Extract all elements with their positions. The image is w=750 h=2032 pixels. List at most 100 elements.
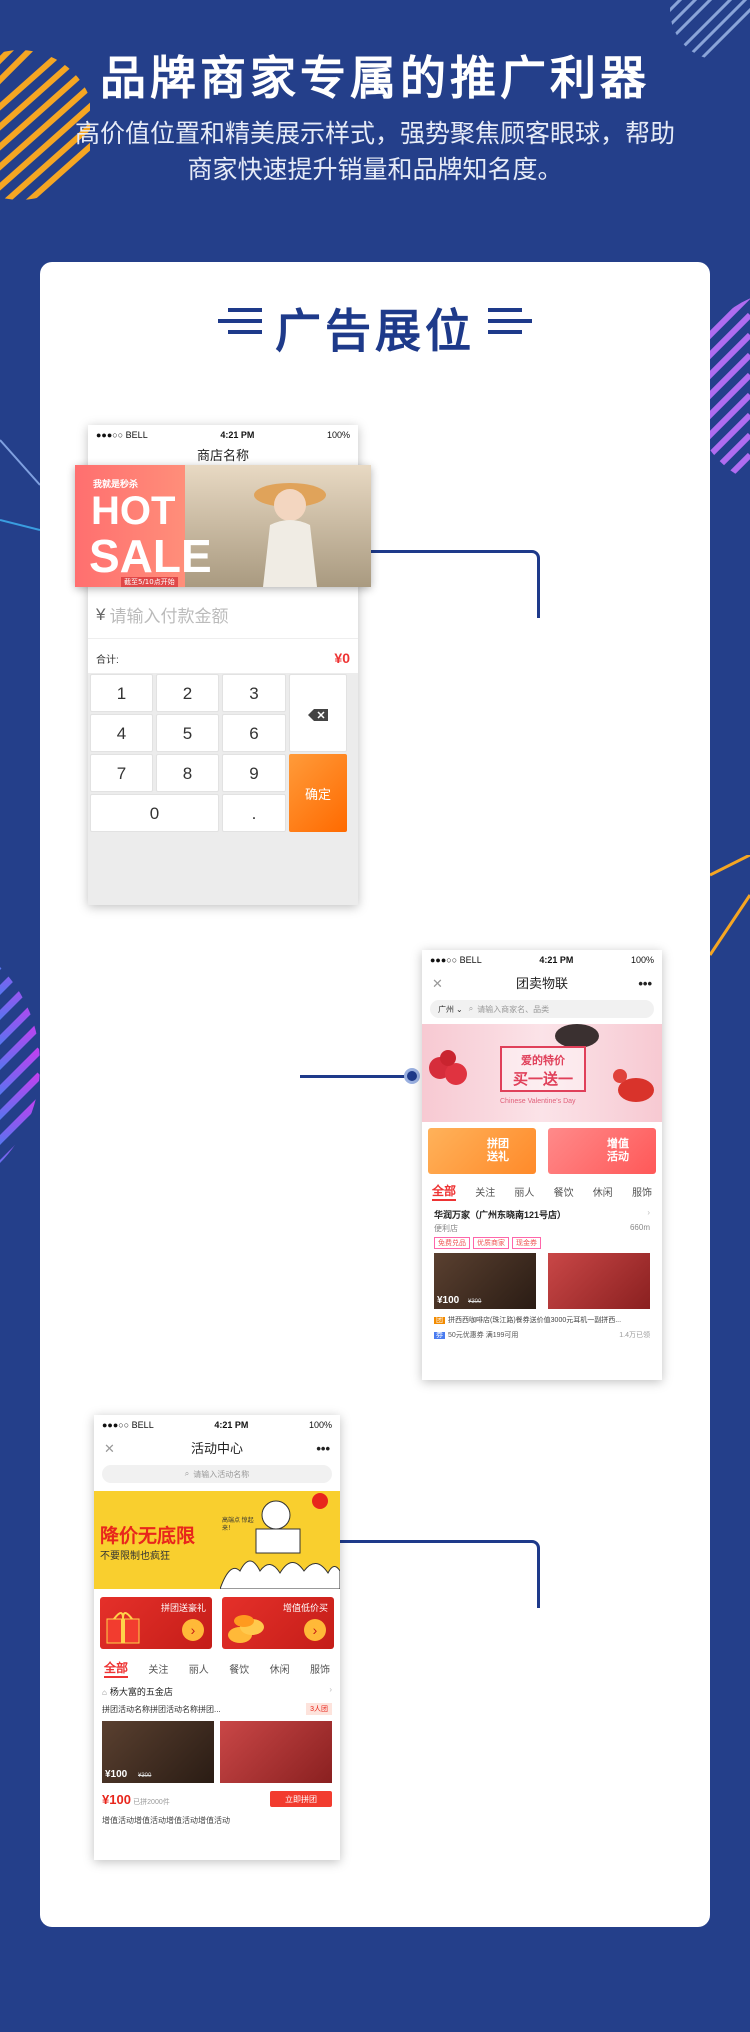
search-bar[interactable]: ⌕ 请输入活动名称 <box>102 1465 332 1483</box>
tab-beauty[interactable]: 丽人 <box>189 1661 209 1676</box>
store-icon: ⌂ <box>102 1688 107 1697</box>
deal-text: 拼西西咖啡店(珠江路)餐券送价值3000元耳机一副拼西... <box>448 1317 622 1324</box>
key-dot[interactable]: . <box>222 794 286 832</box>
promo-group-gift[interactable]: 拼团送礼 <box>428 1128 536 1174</box>
promo-value-added[interactable]: 增值活动 <box>548 1128 656 1174</box>
battery-label: 100% <box>308 1420 332 1430</box>
more-deals-text: 增值活动增值活动增值活动增值活动 <box>102 1816 230 1825</box>
tab-food[interactable]: 餐饮 <box>229 1661 249 1676</box>
city-select[interactable]: 广州 <box>438 1004 454 1015</box>
tab-food[interactable]: 餐饮 <box>554 1184 574 1199</box>
keypad: 1 2 3 4 5 6 7 8 9 确定 0 . <box>88 673 358 905</box>
total-value: ¥0 <box>334 650 350 666</box>
key-4[interactable]: 4 <box>90 714 153 752</box>
store-card[interactable]: ⌂ 杨大富的五金店 › 拼团活动名称拼团活动名称拼团... 3人团 ¥100 ¥3… <box>94 1677 340 1826</box>
connector-dot <box>404 1068 420 1084</box>
close-icon[interactable]: ✕ <box>432 970 443 998</box>
status-bar: ●●●○○ BELL 4:21 PM 100% <box>94 1415 340 1435</box>
decor-lines-left <box>0 439 40 531</box>
banner-line1: 降价无底限 <box>100 1526 196 1547</box>
nav-title: 活动中心 <box>190 1441 243 1456</box>
tab-beauty[interactable]: 丽人 <box>514 1184 534 1199</box>
key-6[interactable]: 6 <box>222 714 286 752</box>
tab-leisure[interactable]: 休闲 <box>593 1184 613 1199</box>
total-label: 合计: <box>96 654 119 666</box>
key-9[interactable]: 9 <box>222 754 286 792</box>
chevron-down-icon: ⌄ <box>456 1004 463 1014</box>
hot-sale-banner[interactable]: 我就是秒杀 HOT SALE 截至5/10点开始 <box>75 465 371 587</box>
deal-orig-price: ¥300 <box>468 1299 482 1305</box>
amount-input[interactable]: 请输入付款金额 <box>109 602 228 627</box>
carrier-label: ●●●○○ BELL <box>430 955 482 965</box>
arrow-right-icon: › <box>182 1619 204 1641</box>
coins-icon <box>228 1615 264 1643</box>
tab-follow[interactable]: 关注 <box>148 1661 168 1676</box>
page-title: 品牌商家专属的推广利器 <box>100 51 650 105</box>
key-0[interactable]: 0 <box>90 794 219 832</box>
deal-badge-icon: 团 <box>434 1317 445 1324</box>
confirm-button[interactable]: 确定 <box>289 754 347 832</box>
tab-apparel[interactable]: 服饰 <box>310 1661 330 1676</box>
battery-label: 100% <box>630 955 654 965</box>
headphone-image[interactable] <box>220 1721 332 1783</box>
sold-count: 已拼2000件 <box>133 1798 170 1806</box>
price-drop-banner[interactable]: 降价无底限 不要限制也疯狂 高端点 惊起来！ <box>94 1491 340 1589</box>
backspace-key[interactable] <box>289 674 347 752</box>
tab-apparel[interactable]: 服饰 <box>632 1184 652 1199</box>
more-icon[interactable]: ••• <box>638 970 652 998</box>
banner-line1: 爱的特价 <box>521 1055 565 1067</box>
key-3[interactable]: 3 <box>222 674 286 712</box>
key-8[interactable]: 8 <box>156 754 219 792</box>
carrier-label: ●●●○○ BELL <box>102 1420 154 1430</box>
chevron-right-icon: › <box>329 1685 332 1694</box>
close-icon[interactable]: ✕ <box>104 1435 115 1463</box>
group-size-badge: 3人团 <box>306 1703 332 1715</box>
join-group-button[interactable]: 立即拼团 <box>270 1791 332 1807</box>
store-type: 便利店 <box>434 1224 458 1233</box>
key-1[interactable]: 1 <box>90 674 153 712</box>
section-title: 广告展位 <box>275 304 475 358</box>
status-bar: ●●●○○ BELL 4:21 PM 100% <box>88 425 358 445</box>
tab-follow[interactable]: 关注 <box>475 1184 495 1199</box>
search-input[interactable]: 请输入商家名、品类 <box>477 1004 549 1015</box>
banner-line2: 不要限制也疯狂 <box>100 1551 170 1562</box>
cake-image[interactable]: ¥100 ¥300 <box>434 1253 536 1309</box>
phone-mockup-group-buy: ●●●○○ BELL 4:21 PM 100% ✕ 团卖物联 ••• 广州 ⌄ ⌕… <box>422 950 662 1380</box>
banner-footnote: 截至5/10点开始 <box>121 577 178 587</box>
time-label: 4:21 PM <box>220 430 255 440</box>
decor-lines-right <box>710 855 750 956</box>
arrow-right-icon: › <box>304 1619 326 1641</box>
key-5[interactable]: 5 <box>156 714 219 752</box>
decor-stripe-circle-left-mid <box>0 925 40 1203</box>
category-tabs: 全部 关注 丽人 餐饮 休闲 服饰 <box>94 1659 340 1678</box>
tab-leisure[interactable]: 休闲 <box>270 1661 290 1676</box>
store-card[interactable]: 华润万家（广州东晓南121号店） › 便利店 660m 免费兑品 优质商家 现金券 … <box>422 1200 662 1340</box>
key-7[interactable]: 7 <box>90 754 153 792</box>
key-2[interactable]: 2 <box>156 674 219 712</box>
strawberry-icon <box>429 1050 467 1085</box>
coupon-badge-icon: 券 <box>434 1332 445 1339</box>
tab-all[interactable]: 全部 <box>104 1659 129 1678</box>
promo-value-low-price[interactable]: 增值低价买 › <box>222 1597 334 1649</box>
more-icon[interactable]: ••• <box>316 1435 330 1463</box>
store-name: 华润万家（广州东晓南121号店） <box>434 1210 567 1220</box>
cake-image[interactable]: ¥100 ¥300 <box>102 1721 214 1783</box>
store-distance: 660m <box>629 1223 650 1232</box>
tab-all[interactable]: 全部 <box>432 1182 457 1201</box>
phone-mockup-activity-center: ●●●○○ BELL 4:21 PM 100% ✕ 活动中心 ••• ⌕ 请输入… <box>94 1415 340 1860</box>
search-input[interactable]: 请输入活动名称 <box>193 1469 249 1480</box>
deal-orig-price: ¥300 <box>138 1773 152 1779</box>
headphone-image[interactable] <box>548 1253 650 1309</box>
search-bar[interactable]: 广州 ⌄ ⌕ 请输入商家名、品类 <box>430 1000 654 1018</box>
status-bar: ●●●○○ BELL 4:21 PM 100% <box>422 950 662 970</box>
coupon-sold: 1.4万已领 <box>619 1332 650 1339</box>
connector-line-2 <box>300 1075 412 1078</box>
deal-price: ¥100 <box>437 1295 460 1306</box>
valentine-banner[interactable]: 爱的特价 买一送一 Chinese Valentine's Day <box>422 1024 662 1122</box>
model-photo-icon <box>254 483 326 587</box>
lobster-icon <box>613 1069 654 1102</box>
banner-sale: SALE <box>89 530 212 582</box>
page-subtitle: 高价值位置和精美展示样式，强势聚焦顾客眼球，帮助商家快速提升销量和品牌知名度。 <box>74 119 675 184</box>
title-bars-right-icon <box>488 308 532 336</box>
promo-group-deluxe[interactable]: 拼团送豪礼 › <box>100 1597 212 1649</box>
